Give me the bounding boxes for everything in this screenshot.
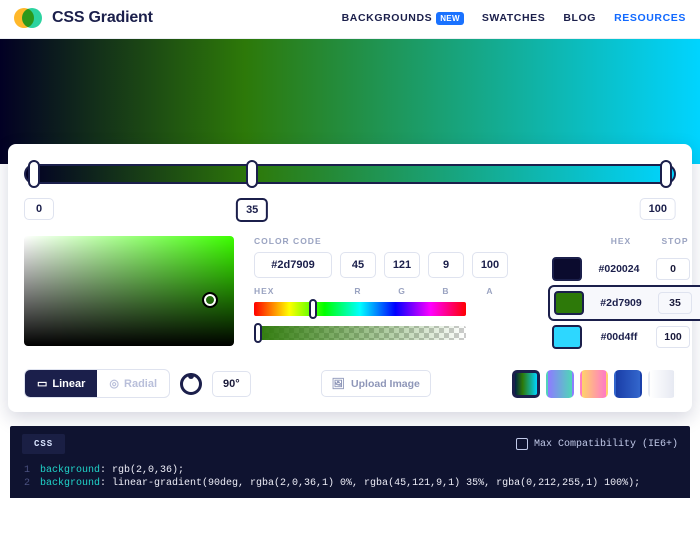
stop-row-0[interactable]: #020024 0 ×	[548, 253, 700, 285]
max-compat-toggle[interactable]: Max Compatibility (IE6+)	[516, 438, 678, 450]
stop-hex-1: #2d7909	[590, 297, 652, 309]
linear-icon: ▭	[37, 377, 47, 390]
gradient-track[interactable]	[24, 158, 676, 188]
color-code-label: COLOR CODE	[254, 236, 332, 246]
new-badge: NEW	[436, 12, 464, 25]
r-input[interactable]: 45	[340, 252, 376, 278]
stop-pos-2[interactable]: 100	[656, 326, 690, 348]
b-input[interactable]: 9	[428, 252, 464, 278]
preset-3[interactable]	[614, 370, 642, 398]
stop-list: HEX STOP ⊕ #020024 0 × #2d7909 35 × #00d…	[548, 236, 700, 353]
sl-stop-label: STOP	[658, 236, 692, 247]
color-picker	[24, 236, 234, 353]
stop-value-0[interactable]: 0	[24, 198, 54, 220]
saturation-value-area[interactable]	[24, 236, 234, 346]
angle-dial[interactable]	[180, 373, 202, 395]
stop-value-1[interactable]: 35	[236, 198, 268, 222]
preset-4[interactable]	[648, 370, 676, 398]
angle-input[interactable]: 90°	[212, 371, 251, 397]
hue-slider[interactable]	[254, 302, 466, 316]
color-code-section: COLOR CODE #2d7909 45 121 9 100 HEX R G …	[254, 236, 508, 353]
image-icon: 🖼	[332, 377, 345, 390]
nav-blog[interactable]: BLOG	[563, 12, 596, 24]
nav-swatches[interactable]: SWATCHES	[482, 12, 546, 24]
linear-option[interactable]: ▭ Linear	[25, 370, 97, 397]
g-label: G	[384, 286, 420, 296]
nav-backgrounds[interactable]: BACKGROUNDSNEW	[342, 12, 464, 24]
stop-values-row: 0 35 100	[24, 198, 676, 226]
checkbox-icon[interactable]	[516, 438, 528, 450]
delete-stop-2[interactable]: ×	[696, 329, 700, 345]
app-header: CSS Gradient BACKGROUNDSNEW SWATCHES BLO…	[0, 0, 700, 39]
g-input[interactable]: 121	[384, 252, 420, 278]
sv-cursor[interactable]	[204, 294, 216, 306]
hex-input[interactable]: #2d7909	[254, 252, 332, 278]
preset-0[interactable]	[512, 370, 540, 398]
alpha-handle[interactable]	[254, 323, 262, 343]
preset-row	[512, 370, 676, 398]
nav-resources[interactable]: RESOURCES	[614, 12, 686, 24]
delete-stop-0[interactable]: ×	[696, 261, 700, 277]
logo-icon	[14, 8, 42, 28]
radial-icon: ◎	[109, 377, 119, 390]
radial-option[interactable]: ◎ Radial	[97, 370, 169, 397]
top-nav: BACKGROUNDSNEW SWATCHES BLOG RESOURCES	[342, 12, 686, 24]
css-tab[interactable]: CSS	[22, 434, 65, 454]
alpha-slider[interactable]	[254, 326, 466, 340]
b-label: B	[428, 286, 464, 296]
stop-row-1[interactable]: #2d7909 35 ×	[548, 285, 700, 321]
r-label: R	[340, 286, 376, 296]
code-line-1: 1 background: rgb(2,0,36);	[10, 464, 690, 477]
swatch-1[interactable]	[554, 291, 584, 315]
a-input[interactable]: 100	[472, 252, 508, 278]
stop-pos-0[interactable]: 0	[656, 258, 690, 280]
hue-handle[interactable]	[309, 299, 317, 319]
editor-panel: 0 35 100 COLOR CODE #2d7909 45 121 9 100…	[8, 144, 692, 412]
code-body[interactable]: 1 background: rgb(2,0,36); 2 background:…	[10, 460, 690, 498]
preset-2[interactable]	[580, 370, 608, 398]
type-segmented: ▭ Linear ◎ Radial	[24, 369, 170, 398]
stop-handle-1[interactable]	[246, 160, 258, 188]
stop-row-2[interactable]: #00d4ff 100 ×	[548, 321, 700, 353]
gradient-track-bar[interactable]	[24, 164, 676, 184]
upload-image-button[interactable]: 🖼 Upload Image	[321, 370, 431, 397]
brand: CSS Gradient	[14, 8, 153, 28]
swatch-2[interactable]	[552, 325, 582, 349]
preset-1[interactable]	[546, 370, 574, 398]
code-line-2: 2 background: linear-gradient(90deg, rgb…	[10, 477, 690, 490]
stop-handle-0[interactable]	[28, 160, 40, 188]
stop-handle-2[interactable]	[660, 160, 672, 188]
swatch-0[interactable]	[552, 257, 582, 281]
stop-hex-0: #020024	[588, 263, 650, 275]
hex-label: HEX	[254, 286, 332, 296]
stop-hex-2: #00d4ff	[588, 331, 650, 343]
bottom-controls: ▭ Linear ◎ Radial 90° 🖼 Upload Image	[24, 369, 676, 398]
code-output: CSS Max Compatibility (IE6+) 1 backgroun…	[10, 426, 690, 498]
stop-pos-1[interactable]: 35	[658, 292, 692, 314]
sl-hex-label: HEX	[590, 236, 652, 247]
brand-title: CSS Gradient	[52, 9, 153, 27]
a-label: A	[472, 286, 508, 296]
stop-value-2[interactable]: 100	[640, 198, 676, 220]
